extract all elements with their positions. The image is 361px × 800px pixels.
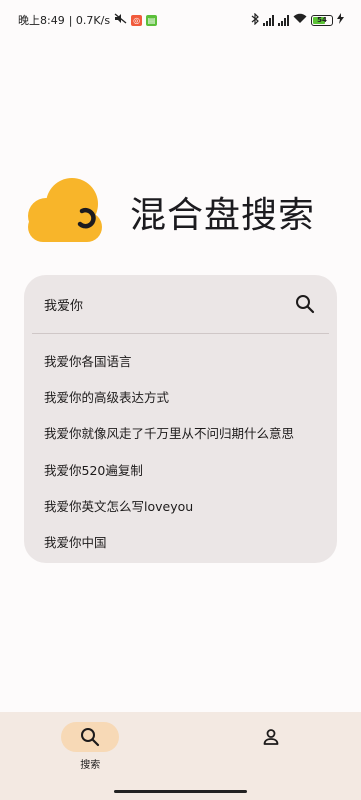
suggestion-item[interactable]: 我爱你各国语言 xyxy=(24,344,337,380)
search-card: 我爱你各国语言 我爱你的高级表达方式 我爱你就像风走了千万里从不问归期什么意思 … xyxy=(24,275,337,563)
home-indicator[interactable] xyxy=(114,790,247,793)
suggestion-item[interactable]: 我爱你中国 xyxy=(24,525,337,561)
mute-icon xyxy=(114,13,127,27)
app-notification-icon: ▤ xyxy=(146,14,158,26)
charging-icon xyxy=(337,13,344,27)
nav-label-search: 搜索 xyxy=(80,760,101,771)
status-bar-right: 54 xyxy=(251,12,344,28)
suggestion-item[interactable]: 我爱你英文怎么写loveyou xyxy=(24,489,337,525)
search-icon xyxy=(81,728,100,747)
network-speed: | 0.7K/s xyxy=(68,13,111,27)
suggestion-list: 我爱你各国语言 我爱你的高级表达方式 我爱你就像风走了千万里从不问归期什么意思 … xyxy=(24,334,337,561)
search-bar xyxy=(24,275,337,333)
suggestion-item[interactable]: 我爱你520遍复制 xyxy=(24,453,337,489)
search-input[interactable] xyxy=(44,296,264,312)
status-time: 晚上8:49 xyxy=(18,14,65,27)
nav-item-search[interactable]: 搜索 xyxy=(0,712,181,800)
battery-level: 54 xyxy=(317,15,327,24)
person-icon xyxy=(263,729,279,745)
search-icon xyxy=(296,295,315,314)
search-button[interactable] xyxy=(293,292,317,316)
signal-icon xyxy=(263,14,274,26)
suggestion-item[interactable]: 我爱你就像风走了千万里从不问归期什么意思 xyxy=(24,416,337,452)
cloud-logo-icon xyxy=(24,176,106,248)
app-title: 混合盘搜索 xyxy=(130,195,316,236)
bottom-navigation: 搜索 xyxy=(0,712,361,800)
battery-icon: 54 xyxy=(311,14,333,26)
nav-icon-container xyxy=(242,722,300,752)
nav-item-profile[interactable] xyxy=(181,712,361,800)
wifi-icon xyxy=(293,13,307,27)
nav-active-indicator xyxy=(61,722,120,752)
status-bar: 晚上8:49 | 0.7K/s ◎ ▤ 54 xyxy=(0,0,361,40)
app-notification-icon: ◎ xyxy=(131,14,143,26)
suggestion-item[interactable]: 我爱你的高级表达方式 xyxy=(24,380,337,416)
signal-icon xyxy=(278,14,289,26)
header: 混合盘搜索 xyxy=(24,176,315,248)
status-bar-left: 晚上8:49 | 0.7K/s ◎ ▤ xyxy=(18,12,158,28)
bluetooth-icon xyxy=(251,12,259,28)
